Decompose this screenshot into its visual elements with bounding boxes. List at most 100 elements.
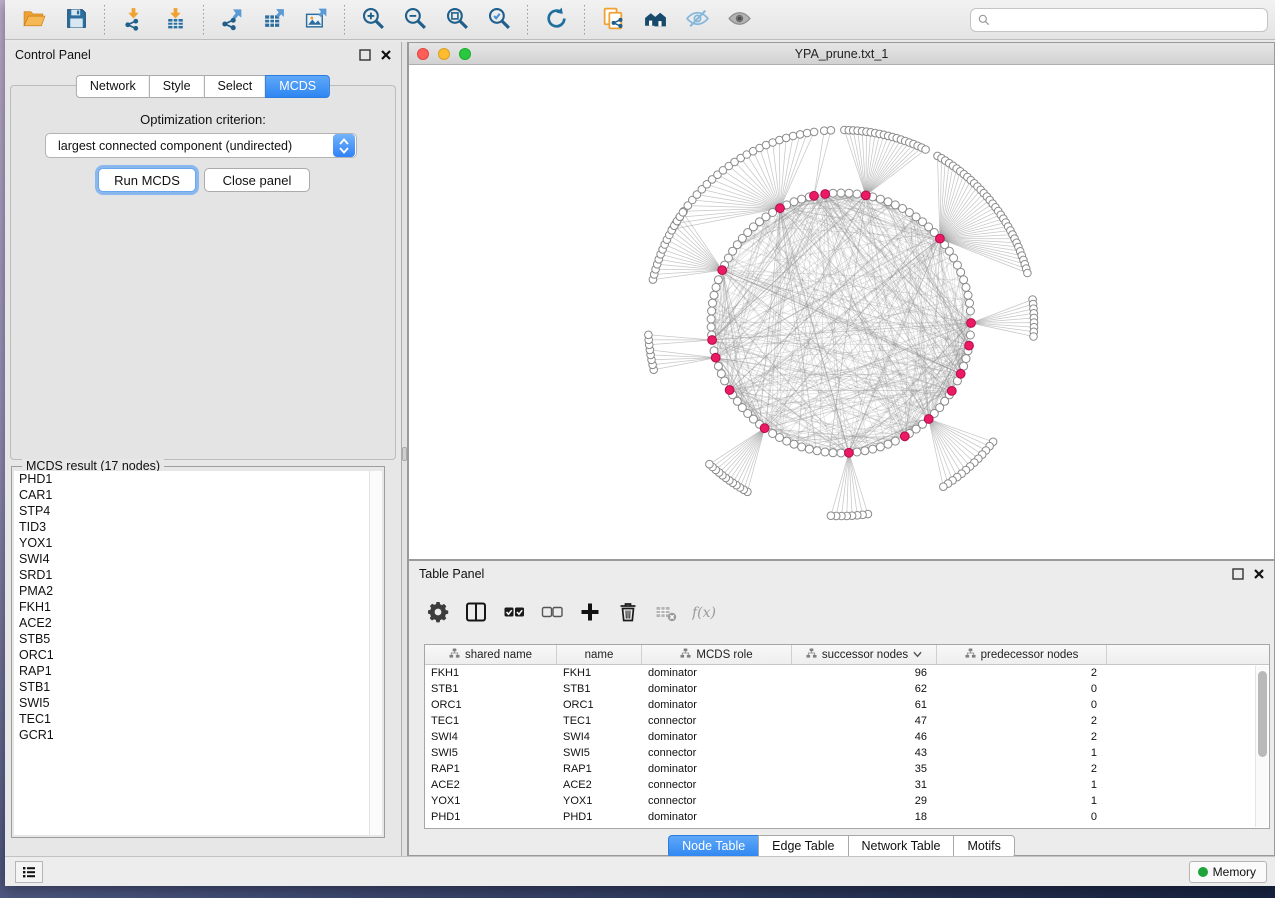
show-all-button[interactable] bbox=[724, 5, 754, 35]
list-item[interactable]: SWI4 bbox=[14, 551, 369, 567]
zoom-out-button[interactable] bbox=[400, 5, 430, 35]
tab-select[interactable]: Select bbox=[204, 75, 267, 98]
memory-button[interactable]: Memory bbox=[1189, 861, 1267, 883]
function-builder-icon: f(x) bbox=[692, 600, 716, 627]
mcds-list-scrollbar[interactable] bbox=[369, 471, 382, 835]
list-item[interactable]: YOX1 bbox=[14, 535, 369, 551]
columns-button[interactable] bbox=[459, 597, 493, 629]
cell-name: TEC1 bbox=[557, 713, 642, 729]
network-titlebar[interactable]: YPA_prune.txt_1 bbox=[409, 43, 1274, 65]
list-item[interactable]: GCR1 bbox=[14, 727, 369, 743]
column-header-successor-nodes[interactable]: successor nodes bbox=[792, 645, 937, 664]
open-file-button[interactable] bbox=[19, 5, 49, 35]
float-panel-icon[interactable] bbox=[358, 48, 372, 62]
table-row[interactable]: ORC1ORC1dominator610 bbox=[425, 697, 1269, 713]
select-all-button[interactable] bbox=[497, 597, 531, 629]
list-item[interactable]: RAP1 bbox=[14, 663, 369, 679]
run-mcds-button[interactable]: Run MCDS bbox=[98, 168, 196, 192]
optimization-criterion-label: Optimization criterion: bbox=[5, 112, 401, 127]
network-title: YPA_prune.txt_1 bbox=[409, 47, 1274, 61]
cell-name: RAP1 bbox=[557, 761, 642, 777]
list-icon bbox=[21, 864, 37, 880]
list-item[interactable]: ORC1 bbox=[14, 647, 369, 663]
table-row[interactable]: SWI4SWI4dominator462 bbox=[425, 729, 1269, 745]
zoom-fit-button[interactable] bbox=[442, 5, 472, 35]
import-network-button[interactable] bbox=[118, 5, 148, 35]
tab-motifs[interactable]: Motifs bbox=[953, 835, 1014, 858]
delete-table-button[interactable] bbox=[649, 597, 683, 629]
splitter-grip-icon[interactable] bbox=[402, 447, 407, 461]
network-canvas[interactable] bbox=[409, 65, 1274, 559]
export-table-button[interactable] bbox=[259, 5, 289, 35]
zoom-in-button[interactable] bbox=[358, 5, 388, 35]
table-row[interactable]: YOX1YOX1connector291 bbox=[425, 793, 1269, 809]
table-row[interactable]: FKH1FKH1dominator962 bbox=[425, 665, 1269, 681]
zoom-in-icon bbox=[361, 6, 386, 34]
table-row[interactable]: STB1STB1dominator620 bbox=[425, 681, 1269, 697]
svg-text:f(x): f(x) bbox=[692, 605, 716, 621]
table-row[interactable]: PHD1PHD1dominator180 bbox=[425, 809, 1269, 825]
node-table: shared namenameMCDS rolesuccessor nodesp… bbox=[424, 644, 1270, 829]
zoom-selected-button[interactable] bbox=[484, 5, 514, 35]
table-row[interactable]: RAP1RAP1dominator352 bbox=[425, 761, 1269, 777]
tab-node-table[interactable]: Node Table bbox=[668, 835, 759, 858]
import-network-icon bbox=[121, 6, 146, 34]
import-table-button[interactable] bbox=[160, 5, 190, 35]
list-item[interactable]: STB5 bbox=[14, 631, 369, 647]
search-input[interactable] bbox=[991, 10, 1267, 30]
delete-table-icon bbox=[654, 600, 678, 627]
export-image-button[interactable] bbox=[301, 5, 331, 35]
save-session-button[interactable] bbox=[61, 5, 91, 35]
search-box[interactable] bbox=[970, 8, 1268, 32]
main-toolbar bbox=[5, 0, 1275, 40]
close-panel-button[interactable]: Close panel bbox=[204, 168, 310, 192]
export-network-button[interactable] bbox=[217, 5, 247, 35]
list-item[interactable]: SWI5 bbox=[14, 695, 369, 711]
list-item[interactable]: ACE2 bbox=[14, 615, 369, 631]
list-item[interactable]: TEC1 bbox=[14, 711, 369, 727]
list-item[interactable]: PMA2 bbox=[14, 583, 369, 599]
optimization-criterion-select[interactable]: largest connected component (undirected) bbox=[45, 133, 357, 158]
first-neighbors-button[interactable] bbox=[640, 5, 670, 35]
close-panel-icon[interactable] bbox=[379, 48, 393, 62]
table-scrollbar-thumb[interactable] bbox=[1258, 671, 1267, 757]
list-item[interactable]: FKH1 bbox=[14, 599, 369, 615]
table-row[interactable]: ACE2ACE2connector311 bbox=[425, 777, 1269, 793]
cell-shared-name: YOX1 bbox=[425, 793, 557, 809]
attribute-type-icon bbox=[965, 648, 976, 662]
zoom-out-icon bbox=[403, 6, 428, 34]
float-panel-icon[interactable] bbox=[1231, 567, 1245, 581]
gear-button[interactable] bbox=[421, 597, 455, 629]
tab-network[interactable]: Network bbox=[76, 75, 150, 98]
cell-shared-name: PHD1 bbox=[425, 809, 557, 825]
delete-column-button[interactable] bbox=[611, 597, 645, 629]
tab-edge-table[interactable]: Edge Table bbox=[758, 835, 848, 858]
function-builder-button[interactable]: f(x) bbox=[687, 597, 721, 629]
table-scrollbar[interactable] bbox=[1255, 666, 1268, 827]
add-column-button[interactable] bbox=[573, 597, 607, 629]
column-header-predecessor-nodes[interactable]: predecessor nodes bbox=[937, 645, 1107, 664]
task-history-button[interactable] bbox=[15, 861, 43, 883]
hide-selection-button[interactable] bbox=[682, 5, 712, 35]
list-item[interactable]: STB1 bbox=[14, 679, 369, 695]
table-row[interactable]: SWI5SWI5connector431 bbox=[425, 745, 1269, 761]
tab-network-table[interactable]: Network Table bbox=[848, 835, 955, 858]
column-header-shared-name[interactable]: shared name bbox=[425, 645, 557, 664]
list-item[interactable]: PHD1 bbox=[14, 471, 369, 487]
table-row[interactable]: TEC1TEC1connector472 bbox=[425, 713, 1269, 729]
tab-style[interactable]: Style bbox=[149, 75, 205, 98]
refresh-button[interactable] bbox=[541, 5, 571, 35]
clear-selection-button[interactable] bbox=[535, 597, 569, 629]
list-item[interactable]: CAR1 bbox=[14, 487, 369, 503]
column-header-name[interactable]: name bbox=[557, 645, 642, 664]
list-item[interactable]: SRD1 bbox=[14, 567, 369, 583]
column-header-MCDS-role[interactable]: MCDS role bbox=[642, 645, 792, 664]
cell-successor-nodes: 61 bbox=[792, 697, 937, 713]
clone-network-button[interactable] bbox=[598, 5, 628, 35]
list-item[interactable]: TID3 bbox=[14, 519, 369, 535]
cell-MCDS-role: dominator bbox=[642, 681, 792, 697]
close-panel-icon[interactable] bbox=[1252, 567, 1266, 581]
list-item[interactable]: STP4 bbox=[14, 503, 369, 519]
tab-mcds[interactable]: MCDS bbox=[265, 75, 330, 98]
sort-chevron-icon bbox=[913, 651, 922, 658]
